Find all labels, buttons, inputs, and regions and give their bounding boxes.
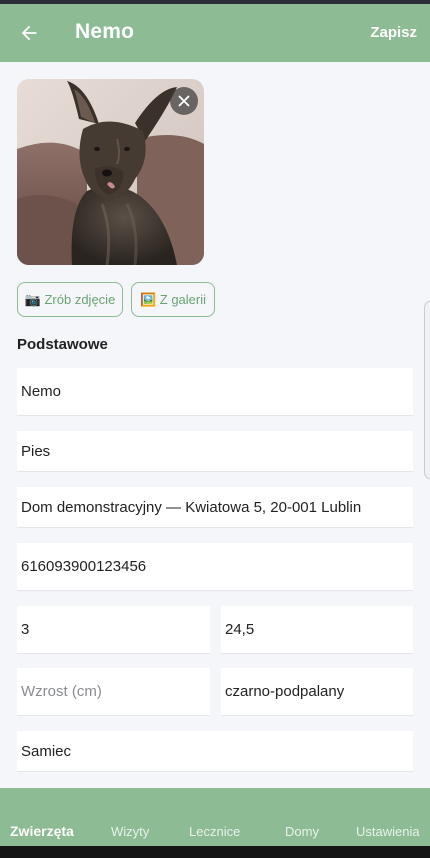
bottom-navigation: Zwierzęta Wizyty Lecznice Domy Ustawieni… xyxy=(0,788,430,846)
height-input[interactable] xyxy=(21,683,210,700)
home-input[interactable] xyxy=(21,498,413,516)
nav-tab-visits[interactable]: Wizyty xyxy=(111,824,149,839)
weight-input[interactable] xyxy=(225,621,413,638)
nav-tab-homes[interactable]: Domy xyxy=(285,824,319,839)
close-icon xyxy=(178,95,190,107)
system-nav-bar xyxy=(0,846,430,858)
page-title: Nemo xyxy=(75,20,135,43)
take-photo-button[interactable]: 📷 Zrób zdjęcie xyxy=(17,282,123,317)
back-button[interactable] xyxy=(14,18,44,48)
arrow-left-icon xyxy=(21,25,37,41)
chip-number-field[interactable] xyxy=(17,543,413,591)
weight-field[interactable] xyxy=(221,606,413,654)
side-panel-handle[interactable] xyxy=(424,300,430,480)
color-field[interactable] xyxy=(221,668,413,716)
nav-tab-clinics[interactable]: Lecznice xyxy=(189,824,240,839)
gallery-button[interactable]: 🖼️ Z galerii xyxy=(131,282,215,317)
app-bar: Nemo Zapisz xyxy=(0,4,430,62)
nav-tab-settings[interactable]: Ustawienia xyxy=(356,824,420,839)
height-field[interactable] xyxy=(17,668,210,716)
age-input[interactable] xyxy=(21,621,210,638)
nav-tab-animals[interactable]: Zwierzęta xyxy=(10,823,74,839)
species-input[interactable] xyxy=(21,442,413,460)
age-field[interactable] xyxy=(17,606,210,654)
species-field[interactable] xyxy=(17,431,413,472)
home-field[interactable] xyxy=(17,487,413,528)
name-input[interactable] xyxy=(21,383,413,400)
chip-number-input[interactable] xyxy=(21,558,413,575)
color-input[interactable] xyxy=(225,683,413,700)
sex-field[interactable] xyxy=(17,731,413,772)
section-title-basic: Podstawowe xyxy=(17,336,108,353)
take-photo-label: 📷 Zrób zdjęcie xyxy=(24,291,116,307)
sex-input[interactable] xyxy=(21,742,413,760)
gallery-label: 🖼️ Z galerii xyxy=(139,291,207,307)
save-button[interactable]: Zapisz xyxy=(370,24,417,41)
name-field[interactable] xyxy=(17,368,413,416)
remove-photo-button[interactable] xyxy=(170,87,198,115)
